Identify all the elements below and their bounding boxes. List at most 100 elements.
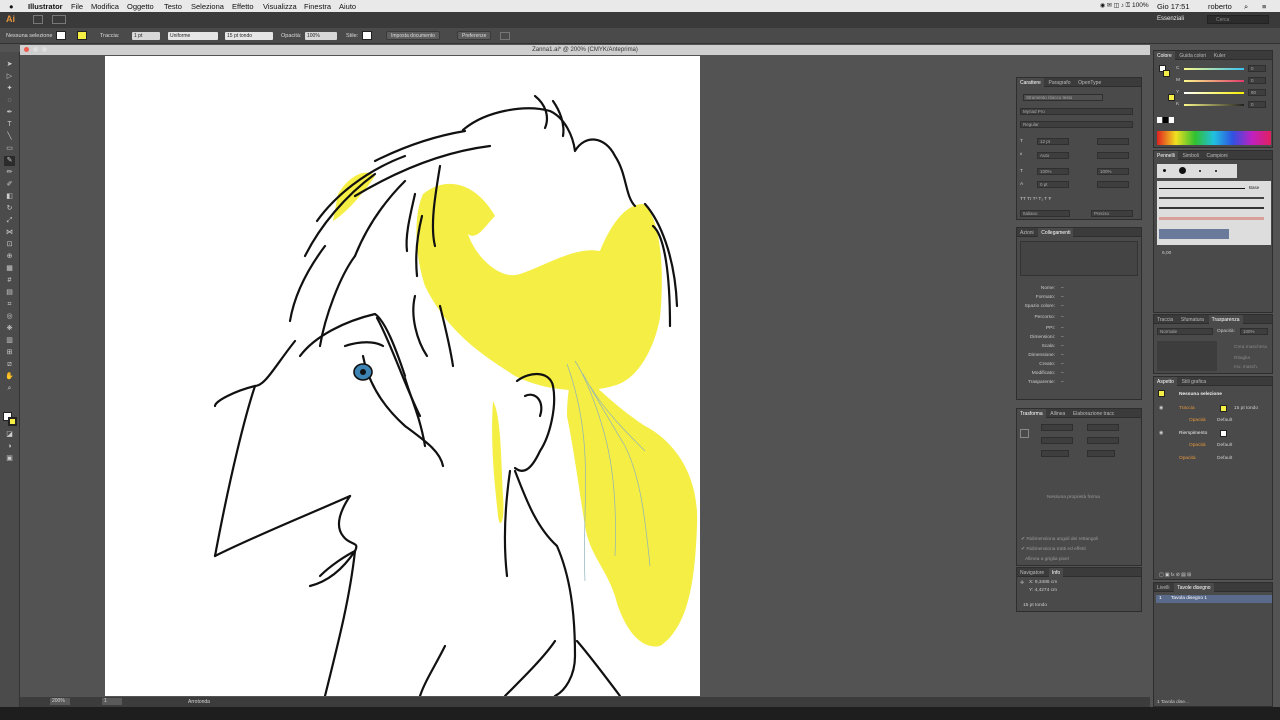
tab-aspetto[interactable]: Aspetto: [1154, 377, 1177, 387]
draw-mode-icon[interactable]: ◑: [4, 442, 15, 452]
gradient-tool-icon[interactable]: ▤: [4, 288, 15, 298]
search-input[interactable]: Cerca: [1207, 15, 1269, 24]
panel-stroke-swatch[interactable]: [1163, 70, 1170, 77]
menu-aiuto[interactable]: Aiuto: [339, 2, 356, 11]
type-tool-icon[interactable]: T: [4, 120, 15, 130]
font-size-field[interactable]: 12 pt: [1037, 138, 1069, 145]
shape-builder-tool-icon[interactable]: ⊕: [4, 252, 15, 262]
brush-dot-tiny[interactable]: [1199, 170, 1201, 172]
menu-effetto[interactable]: Effetto: [232, 2, 254, 11]
eyedropper-tool-icon[interactable]: ⌗: [4, 300, 15, 310]
tab-pennelli[interactable]: Pennelli: [1154, 151, 1178, 161]
document-setup-button[interactable]: Imposta documento: [386, 31, 440, 40]
tracking-field[interactable]: [1097, 138, 1129, 145]
language-dropdown[interactable]: Italiano: [1020, 210, 1070, 217]
menu-seleziona[interactable]: Seleziona: [191, 2, 224, 11]
tab-collegamenti[interactable]: Collegamenti: [1038, 228, 1074, 238]
check-scale-corners[interactable]: ✔ Ridimensiona angoli dei rettangoli: [1021, 537, 1098, 542]
zoom-tool-icon[interactable]: ⌕: [4, 384, 15, 394]
tab-opentype[interactable]: OpenType: [1075, 78, 1104, 88]
none-swatch[interactable]: [1157, 117, 1162, 123]
notification-icon[interactable]: ≡: [1262, 2, 1266, 11]
channel-value[interactable]: 0: [1248, 101, 1266, 108]
menu-finestra[interactable]: Finestra: [304, 2, 331, 11]
shear-field[interactable]: [1087, 450, 1115, 457]
clip-checkbox[interactable]: Ritaglia: [1234, 356, 1250, 361]
fill-swatch[interactable]: [56, 31, 66, 40]
yellow-slider[interactable]: [1184, 92, 1244, 94]
make-mask-button[interactable]: Crea maschera: [1234, 345, 1267, 350]
black-slider[interactable]: [1184, 104, 1244, 106]
stroke-label[interactable]: Traccia:: [100, 33, 119, 39]
stroke-color-box[interactable]: [8, 417, 17, 426]
stroke-swatch[interactable]: [77, 31, 87, 40]
minimize-window-icon[interactable]: [33, 47, 38, 52]
row-opacita[interactable]: Opacità: [1179, 456, 1196, 461]
check-scale-strokes[interactable]: ✔ Ridimensiona tratti ed effetti: [1021, 547, 1086, 552]
width-tool-icon[interactable]: ⋈: [4, 228, 15, 238]
tab-guida-colori[interactable]: Guida colori: [1176, 51, 1209, 61]
perspective-grid-tool-icon[interactable]: ▦: [4, 264, 15, 274]
pencil-tool-icon[interactable]: ✏: [4, 168, 15, 178]
channel-value[interactable]: 90: [1248, 89, 1266, 96]
tab-trasforma[interactable]: Trasforma: [1017, 409, 1046, 419]
rotate-field[interactable]: [1041, 450, 1069, 457]
brush-dot-tiny[interactable]: [1215, 170, 1217, 172]
color-spectrum[interactable]: [1157, 131, 1271, 145]
line-tool-icon[interactable]: ╲: [4, 132, 15, 142]
pen-tool-icon[interactable]: ✒: [4, 108, 15, 118]
tab-sfumatura[interactable]: Sfumatura: [1178, 315, 1207, 325]
check-pixel-grid[interactable]: Allinea a griglia pixel: [1021, 557, 1069, 562]
apple-icon[interactable]: ●: [9, 2, 14, 11]
tab-traccia[interactable]: Traccia: [1154, 315, 1176, 325]
eye-icon[interactable]: ◉: [1159, 406, 1163, 411]
tt-small-caps[interactable]: Tr: [1027, 197, 1031, 202]
magenta-slider[interactable]: [1184, 80, 1244, 82]
x-field[interactable]: [1041, 424, 1073, 431]
zoom-field[interactable]: 200%: [50, 698, 70, 705]
opacity-field[interactable]: 100%: [305, 32, 337, 40]
zoom-window-icon[interactable]: [42, 47, 47, 52]
brush-presets[interactable]: [1157, 164, 1237, 178]
tab-tavole-disegno[interactable]: Tavole disegno: [1174, 583, 1214, 593]
font-style-dropdown[interactable]: Regular: [1020, 121, 1133, 128]
paintbrush-tool-icon[interactable]: ✎: [4, 156, 15, 166]
row-stroke-swatch[interactable]: [1220, 405, 1227, 412]
symbol-sprayer-tool-icon[interactable]: ❋: [4, 324, 15, 334]
tab-colore[interactable]: Colore: [1154, 51, 1175, 61]
artboard-tool-icon[interactable]: ⊞: [4, 348, 15, 358]
baseline-shift-field[interactable]: 0 pt: [1037, 181, 1069, 188]
workspace-switcher[interactable]: Essenziali: [1157, 16, 1184, 22]
tt-underline[interactable]: T: [1044, 197, 1047, 202]
leading-field[interactable]: Auto: [1037, 152, 1069, 159]
menu-testo[interactable]: Testo: [164, 2, 182, 11]
artboard-canvas[interactable]: [105, 56, 700, 698]
w-field[interactable]: [1087, 424, 1119, 431]
channel-value[interactable]: 0: [1248, 77, 1266, 84]
close-window-icon[interactable]: [24, 47, 29, 52]
tab-info[interactable]: Info: [1048, 568, 1064, 578]
tt-buttons[interactable]: TT Tr T¹ T₁ T Ŧ: [1020, 197, 1051, 202]
direct-selection-tool-icon[interactable]: ▷: [4, 72, 15, 82]
touch-type-button[interactable]: Strumento ritocco testo: [1023, 94, 1103, 101]
vertical-scale-field[interactable]: 100%: [1037, 168, 1069, 175]
brush-dot-large[interactable]: [1179, 167, 1186, 174]
row-opacita[interactable]: Opacità: [1189, 443, 1206, 448]
channel-value[interactable]: 0: [1248, 65, 1266, 72]
scale-tool-icon[interactable]: ⤢: [4, 216, 15, 226]
tab-livelli[interactable]: Livelli: [1154, 583, 1173, 593]
tab-stili-grafica[interactable]: Stili grafica: [1179, 377, 1209, 387]
antialias-dropdown[interactable]: Preciso: [1091, 210, 1133, 217]
menu-visualizza[interactable]: Visualizza: [263, 2, 297, 11]
magic-wand-tool-icon[interactable]: ✦: [4, 84, 15, 94]
profile-dropdown[interactable]: Uniforme: [168, 32, 218, 40]
column-graph-tool-icon[interactable]: ▥: [4, 336, 15, 346]
cyan-slider[interactable]: [1184, 68, 1244, 70]
invert-mask-checkbox[interactable]: Inv. masch.: [1234, 365, 1258, 370]
links-list[interactable]: [1020, 241, 1138, 276]
row-fill-swatch[interactable]: [1220, 430, 1227, 437]
style-swatch[interactable]: [362, 31, 372, 40]
eraser-tool-icon[interactable]: ◧: [4, 192, 15, 202]
arrange-icon[interactable]: [500, 32, 510, 40]
font-family-dropdown[interactable]: Myriad Pro: [1020, 108, 1133, 115]
